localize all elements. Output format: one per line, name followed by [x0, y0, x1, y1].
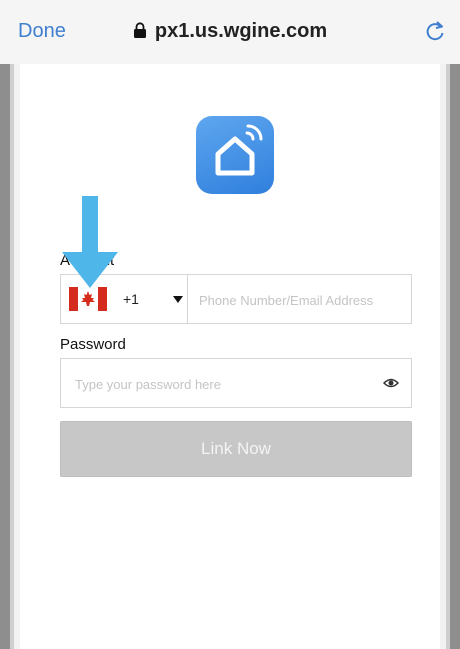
browser-toolbar: Done px1.us.wgine.com [0, 0, 460, 64]
lock-icon [133, 22, 147, 45]
phone-email-input[interactable] [197, 287, 411, 313]
eye-icon[interactable] [382, 376, 400, 394]
side-bar-left [0, 64, 14, 649]
reload-icon[interactable] [424, 18, 446, 47]
url-text: px1.us.wgine.com [154, 20, 328, 42]
country-code[interactable]: +1 [123, 291, 139, 307]
arrow-down-icon [62, 196, 118, 295]
login-page: Account +1 Password Link Now [20, 64, 440, 649]
field-divider [187, 275, 188, 323]
chevron-down-icon[interactable] [173, 296, 183, 303]
link-now-button[interactable]: Link Now [60, 421, 412, 477]
address-bar[interactable]: px1.us.wgine.com [0, 20, 460, 45]
password-label: Password [60, 336, 126, 353]
side-bar-right [446, 64, 460, 649]
smart-home-icon [196, 116, 274, 194]
password-input[interactable] [73, 371, 367, 397]
password-field [60, 358, 412, 408]
